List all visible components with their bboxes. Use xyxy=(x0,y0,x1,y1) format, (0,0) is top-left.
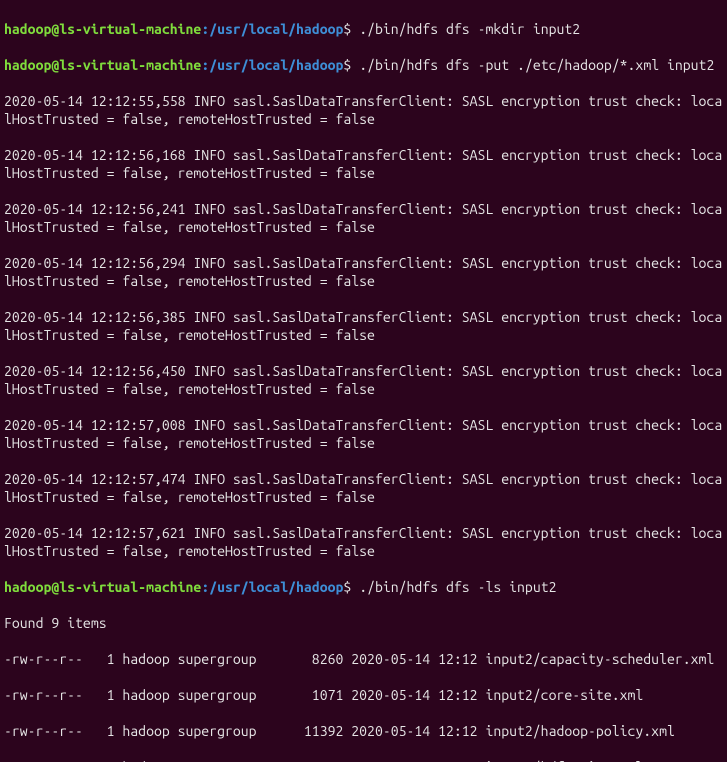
ls-row: -rw-r--r-- 1 hadoop supergroup 1137 2020… xyxy=(4,758,723,762)
log-line: 2020-05-14 12:12:57,474 INFO sasl.SaslDa… xyxy=(4,470,723,506)
command-mkdir: ./bin/hdfs dfs -mkdir input2 xyxy=(359,21,580,37)
ls-row: -rw-r--r-- 1 hadoop supergroup 11392 202… xyxy=(4,722,723,740)
prompt-user: hadoop@ls-virtual-machine xyxy=(4,21,201,37)
prompt-user: hadoop@ls-virtual-machine xyxy=(4,57,201,73)
log-line: 2020-05-14 12:12:56,450 INFO sasl.SaslDa… xyxy=(4,362,723,398)
log-line: 2020-05-14 12:12:56,168 INFO sasl.SaslDa… xyxy=(4,146,723,182)
prompt-path: /usr/local/hadoop xyxy=(209,57,343,73)
terminal[interactable]: hadoop@ls-virtual-machine:/usr/local/had… xyxy=(0,0,727,762)
log-line: 2020-05-14 12:12:55,558 INFO sasl.SaslDa… xyxy=(4,92,723,128)
ls-row: -rw-r--r-- 1 hadoop supergroup 8260 2020… xyxy=(4,650,723,668)
prompt-path: /usr/local/hadoop xyxy=(209,579,343,595)
prompt-line-1: hadoop@ls-virtual-machine:/usr/local/had… xyxy=(4,20,723,38)
ls-row: -rw-r--r-- 1 hadoop supergroup 1071 2020… xyxy=(4,686,723,704)
prompt-symbol: $ xyxy=(343,57,359,73)
prompt-line-2: hadoop@ls-virtual-machine:/usr/local/had… xyxy=(4,56,723,74)
log-line: 2020-05-14 12:12:57,621 INFO sasl.SaslDa… xyxy=(4,524,723,560)
prompt-symbol: $ xyxy=(343,21,359,37)
prompt-symbol: $ xyxy=(343,579,359,595)
log-line: 2020-05-14 12:12:56,385 INFO sasl.SaslDa… xyxy=(4,308,723,344)
command-ls: ./bin/hdfs dfs -ls input2 xyxy=(359,579,556,595)
prompt-line-3: hadoop@ls-virtual-machine:/usr/local/had… xyxy=(4,578,723,596)
log-line: 2020-05-14 12:12:56,294 INFO sasl.SaslDa… xyxy=(4,254,723,290)
prompt-path: /usr/local/hadoop xyxy=(209,21,343,37)
prompt-user: hadoop@ls-virtual-machine xyxy=(4,579,201,595)
log-line: 2020-05-14 12:12:57,008 INFO sasl.SaslDa… xyxy=(4,416,723,452)
ls-header: Found 9 items xyxy=(4,614,723,632)
log-line: 2020-05-14 12:12:56,241 INFO sasl.SaslDa… xyxy=(4,200,723,236)
command-put: ./bin/hdfs dfs -put ./etc/hadoop/*.xml i… xyxy=(359,57,714,73)
